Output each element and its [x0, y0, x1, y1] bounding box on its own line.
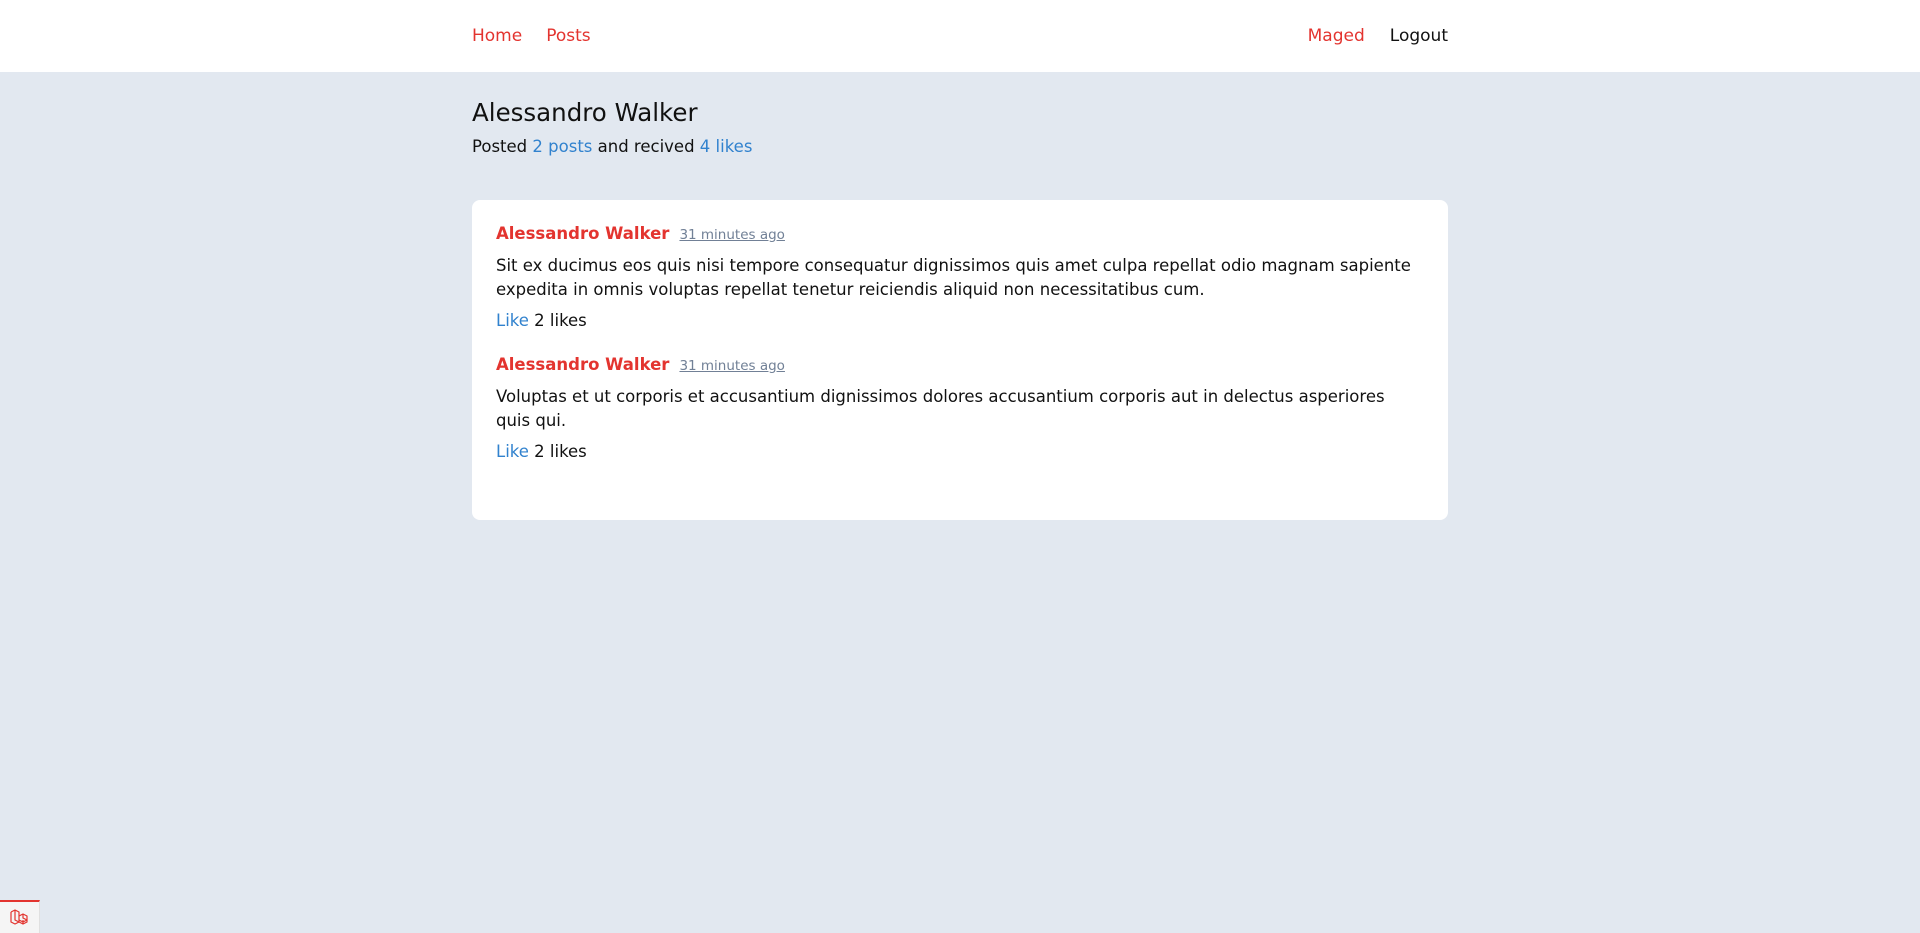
- post-body: Sit ex ducimus eos quis nisi tempore con…: [496, 256, 1411, 299]
- post-actions: Like 2 likes: [496, 310, 1424, 332]
- posts-count-link[interactable]: 2 posts: [532, 137, 592, 156]
- post-like-count: 2 likes: [534, 442, 587, 461]
- top-navbar: Home Posts Maged Logout: [0, 0, 1920, 72]
- post-timestamp: 31 minutes ago: [679, 227, 785, 243]
- post-author-link[interactable]: Alessandro Walker: [496, 355, 669, 374]
- user-nav: Maged Logout: [1308, 0, 1448, 72]
- post-item: Alessandro Walker 31 minutes ago Volupta…: [496, 355, 1424, 463]
- post-like-count: 2 likes: [534, 311, 587, 330]
- debugbar-toggle[interactable]: [0, 900, 40, 933]
- profile-header: Alessandro Walker Posted 2 posts and rec…: [472, 97, 1448, 158]
- laravel-logo-icon: [9, 908, 28, 925]
- nav-posts-link[interactable]: Posts: [546, 26, 590, 46]
- post-meta: Alessandro Walker 31 minutes ago: [496, 355, 1424, 377]
- profile-stats: Posted 2 posts and recived 4 likes: [472, 136, 1448, 158]
- like-button[interactable]: Like: [496, 311, 529, 330]
- nav-user-link[interactable]: Maged: [1308, 26, 1365, 46]
- nav-home-link[interactable]: Home: [472, 26, 522, 46]
- post-actions: Like 2 likes: [496, 441, 1424, 463]
- post-meta: Alessandro Walker 31 minutes ago: [496, 224, 1424, 246]
- post-timestamp: 31 minutes ago: [679, 358, 785, 374]
- primary-nav: Home Posts: [472, 0, 591, 72]
- profile-name: Alessandro Walker: [472, 98, 698, 127]
- stats-prefix: Posted: [472, 137, 528, 156]
- stats-middle: and recived: [597, 137, 695, 156]
- like-button[interactable]: Like: [496, 442, 529, 461]
- posts-card: Alessandro Walker 31 minutes ago Sit ex …: [472, 200, 1448, 520]
- nav-logout-link[interactable]: Logout: [1390, 26, 1448, 46]
- post-author-link[interactable]: Alessandro Walker: [496, 224, 669, 243]
- post-item: Alessandro Walker 31 minutes ago Sit ex …: [496, 224, 1424, 332]
- likes-count-link[interactable]: 4 likes: [700, 137, 753, 156]
- post-body: Voluptas et ut corporis et accusantium d…: [496, 387, 1385, 430]
